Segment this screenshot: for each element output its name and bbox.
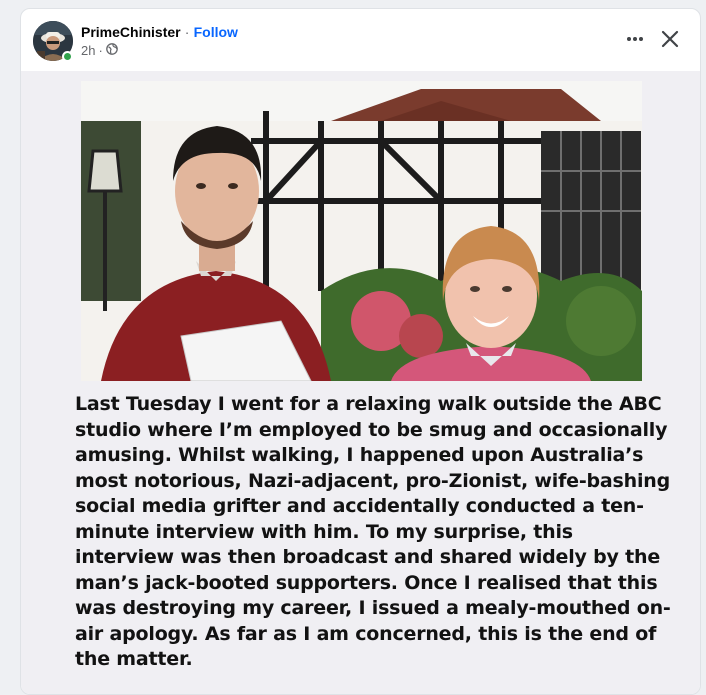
more-options-icon xyxy=(627,37,643,41)
caption-line: studio where I’m employed to be smug and… xyxy=(75,418,668,441)
meme-caption: Last Tuesday I went for a relaxing walk … xyxy=(75,392,675,673)
meme-photo xyxy=(81,81,642,381)
post-image[interactable]: Last Tuesday I went for a relaxing walk … xyxy=(21,71,700,694)
globe-icon[interactable] xyxy=(105,43,118,59)
caption-line: was destroying my career, I issued a mea… xyxy=(75,597,671,619)
caption-line: amusing. Whilst walking, I happened upon… xyxy=(75,444,644,466)
caption-line: Last Tuesday I went for a relaxing walk … xyxy=(75,393,662,415)
close-icon xyxy=(661,30,679,48)
author-line: PrimeChinister · Follow xyxy=(81,23,238,42)
close-button[interactable] xyxy=(657,26,683,52)
post-meta: 2h · xyxy=(81,43,118,59)
caption-line: interview was then broadcast and shared … xyxy=(75,546,661,568)
caption-line: man’s jack-booted supporters. Once I rea… xyxy=(75,571,658,594)
timestamp[interactable]: 2h xyxy=(81,43,95,59)
caption-line: minute interview with him. To my surpris… xyxy=(75,520,573,543)
separator: · xyxy=(184,24,190,40)
caption-line: social media grifter and accidentally co… xyxy=(75,495,644,517)
post-header: PrimeChinister · Follow 2h · xyxy=(21,9,700,71)
caption-line: most notorious, Nazi-adjacent, pro-Zioni… xyxy=(75,469,671,492)
post-card: PrimeChinister · Follow 2h · Last Tuesda… xyxy=(20,8,701,695)
separator: · xyxy=(98,43,103,58)
author-name[interactable]: PrimeChinister xyxy=(81,24,181,40)
more-options-button[interactable] xyxy=(619,29,651,49)
follow-button[interactable]: Follow xyxy=(194,24,238,40)
caption-line: the matter. xyxy=(75,648,193,670)
caption-line: air apology. As far as I am concerned, t… xyxy=(75,622,657,645)
online-status-dot xyxy=(62,51,73,62)
